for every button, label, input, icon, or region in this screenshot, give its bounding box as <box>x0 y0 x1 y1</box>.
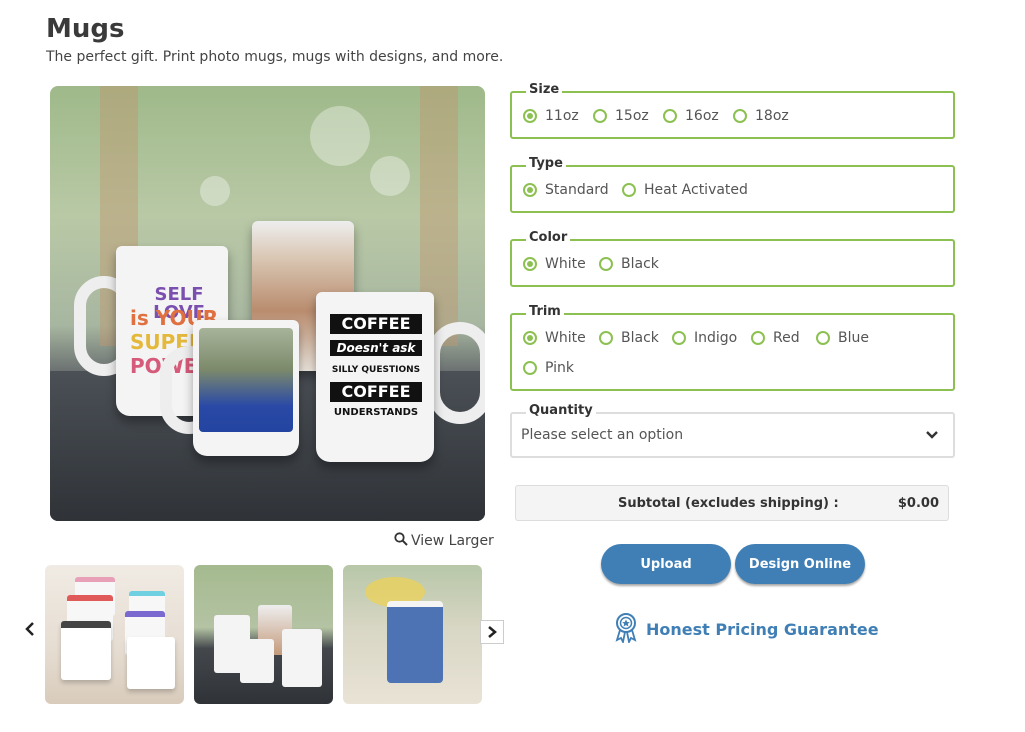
chevron-down-icon <box>925 426 939 445</box>
mug-text: COFFEE <box>330 382 422 402</box>
color-option-white[interactable]: White <box>523 256 586 272</box>
trim-fieldset: Trim White Black Indigo Red Blue Pink <box>510 304 955 391</box>
mug-text: SILLY QUESTIONS <box>331 365 421 375</box>
option-label: 18oz <box>755 108 789 124</box>
size-option-11oz[interactable]: 11oz <box>523 108 579 124</box>
page-title: Mugs <box>46 14 125 44</box>
page-subtitle: The perfect gift. Print photo mugs, mugs… <box>46 49 504 65</box>
quantity-select[interactable]: Quantity Please select an option <box>510 403 955 458</box>
option-label: Red <box>773 330 800 346</box>
radio-button[interactable] <box>751 331 765 345</box>
radio-button[interactable] <box>672 331 686 345</box>
size-legend: Size <box>526 82 563 97</box>
mug-text: COFFEE <box>330 314 422 334</box>
mug-thumb <box>387 601 443 683</box>
radio-button[interactable] <box>663 109 677 123</box>
trim-option-pink[interactable]: Pink <box>523 360 574 376</box>
guarantee-label: Honest Pricing Guarantee <box>646 619 879 639</box>
radio-button[interactable] <box>599 331 613 345</box>
trim-option-white[interactable]: White <box>523 330 586 346</box>
graduate-mug <box>193 320 299 456</box>
trim-option-indigo[interactable]: Indigo <box>672 330 737 346</box>
honest-pricing-guarantee[interactable]: Honest Pricing Guarantee <box>612 611 879 647</box>
trim-legend: Trim <box>526 304 564 319</box>
mug-thumb <box>282 629 322 687</box>
option-label: Black <box>621 330 659 346</box>
option-label: Blue <box>838 330 869 346</box>
trim-option-red[interactable]: Red <box>751 330 800 346</box>
color-fieldset: Color White Black <box>510 230 955 287</box>
mug-thumb <box>61 621 111 680</box>
search-icon <box>394 532 408 550</box>
radio-button[interactable] <box>733 109 747 123</box>
mug-handle <box>428 322 485 424</box>
graduate-photo <box>199 328 293 432</box>
type-fieldset: Type Standard Heat Activated <box>510 156 955 213</box>
upload-button[interactable]: Upload <box>601 544 731 584</box>
subtotal-label: Subtotal (excludes shipping) : <box>618 496 839 511</box>
radio-button[interactable] <box>816 331 830 345</box>
main-product-image[interactable]: SELF LOVE is YOUR SUPER POWER COFFEE Doe… <box>50 86 485 521</box>
option-label: White <box>545 256 586 272</box>
subtotal-value: $0.00 <box>897 496 939 511</box>
thumbnail-carousel <box>20 565 505 705</box>
quantity-value: Please select an option <box>521 427 684 443</box>
type-legend: Type <box>526 156 566 171</box>
radio-button[interactable] <box>523 109 537 123</box>
coffee-mug: COFFEE Doesn't ask SILLY QUESTIONS COFFE… <box>316 292 434 462</box>
mug-thumb <box>240 639 274 683</box>
radio-button[interactable] <box>599 257 613 271</box>
chevron-right-icon[interactable] <box>480 620 504 644</box>
design-online-button[interactable]: Design Online <box>735 544 865 584</box>
thumbnail-colored-trims[interactable] <box>45 565 184 704</box>
radio-button[interactable] <box>523 331 537 345</box>
view-larger-label: View Larger <box>411 533 494 549</box>
type-option-standard[interactable]: Standard <box>523 182 609 198</box>
size-fieldset: Size 11oz 15oz 16oz 18oz <box>510 82 955 139</box>
size-option-15oz[interactable]: 15oz <box>593 108 649 124</box>
option-label: Heat Activated <box>644 182 748 198</box>
option-label: 15oz <box>615 108 649 124</box>
option-label: Standard <box>545 182 609 198</box>
bokeh <box>310 106 370 166</box>
chevron-left-icon[interactable] <box>23 621 37 642</box>
radio-button[interactable] <box>593 109 607 123</box>
quantity-legend: Quantity <box>526 403 596 418</box>
trim-option-black[interactable]: Black <box>599 330 659 346</box>
bokeh <box>200 176 230 206</box>
option-label: Indigo <box>694 330 738 346</box>
mug-text: Doesn't ask <box>330 340 422 356</box>
color-legend: Color <box>526 230 571 245</box>
option-label: Pink <box>545 360 575 376</box>
trim-option-blue[interactable]: Blue <box>816 330 869 346</box>
mug-text: UNDERSTANDS <box>333 407 419 418</box>
thumbnail-blue-mug[interactable] <box>343 565 482 704</box>
type-option-heat-activated[interactable]: Heat Activated <box>622 182 748 198</box>
award-ribbon-icon <box>612 611 640 647</box>
radio-button[interactable] <box>523 257 537 271</box>
subtotal-bar: Subtotal (excludes shipping) : $0.00 <box>515 485 949 521</box>
bokeh <box>370 156 410 196</box>
mug-thumb <box>127 637 175 689</box>
thumbnail-mug-group[interactable] <box>194 565 333 704</box>
radio-button[interactable] <box>523 183 537 197</box>
size-option-16oz[interactable]: 16oz <box>663 108 719 124</box>
option-label: 16oz <box>685 108 719 124</box>
radio-button[interactable] <box>622 183 636 197</box>
option-label: Black <box>621 256 659 272</box>
option-label: White <box>545 330 586 346</box>
view-larger-link[interactable]: View Larger <box>394 532 494 550</box>
option-label: 11oz <box>545 108 579 124</box>
size-option-18oz[interactable]: 18oz <box>733 108 789 124</box>
color-option-black[interactable]: Black <box>599 256 659 272</box>
radio-button[interactable] <box>523 361 537 375</box>
